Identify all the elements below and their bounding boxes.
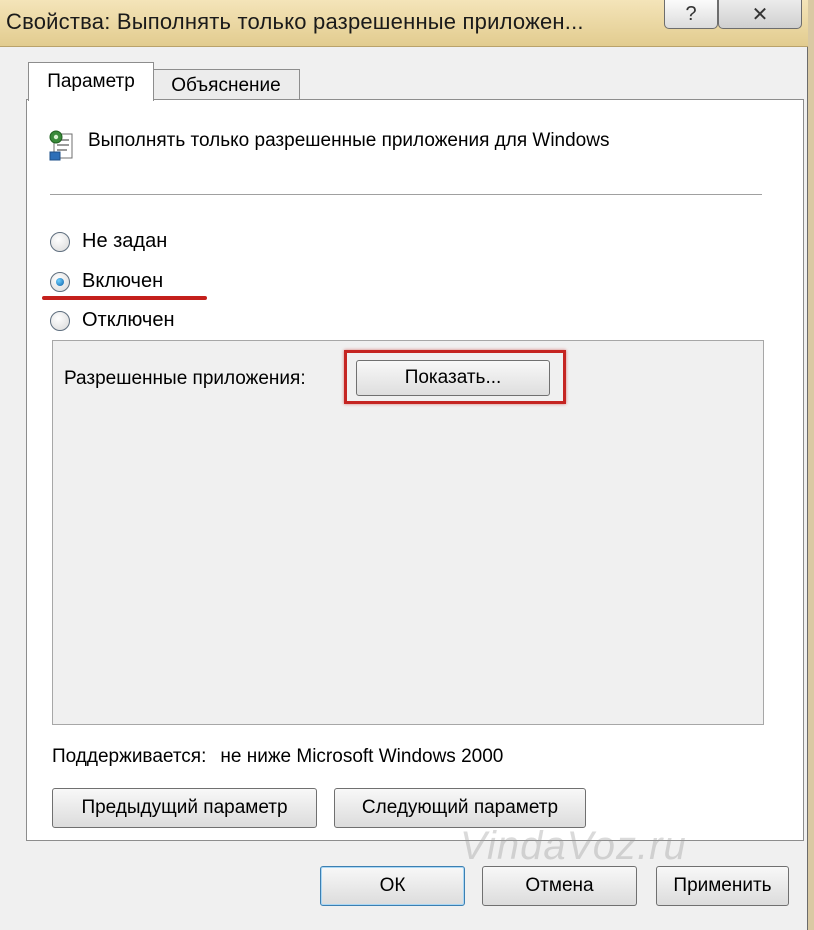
radio-label: Отключен bbox=[82, 309, 175, 331]
supported-label: Поддерживается: bbox=[52, 746, 207, 767]
radio-button[interactable] bbox=[50, 271, 70, 292]
ok-button[interactable]: ОК bbox=[320, 866, 465, 906]
button-label: Следующий параметр bbox=[361, 797, 559, 818]
cancel-button[interactable]: Отмена bbox=[482, 866, 637, 906]
help-button[interactable]: ? bbox=[664, 0, 718, 29]
title-bar[interactable]: Свойства: Выполнять только разрешенные п… bbox=[0, 0, 808, 47]
tab-label: Параметр bbox=[47, 71, 135, 92]
radio-button[interactable] bbox=[50, 310, 70, 331]
watermark: VindaVoz.ru bbox=[460, 824, 687, 868]
properties-dialog: Свойства: Выполнять только разрешенные п… bbox=[0, 0, 808, 930]
window-title: Свойства: Выполнять только разрешенные п… bbox=[6, 9, 584, 34]
previous-setting-button[interactable]: Предыдущий параметр bbox=[52, 788, 317, 828]
allowed-apps-label: Разрешенные приложения: bbox=[64, 368, 306, 389]
supported-value: не ниже Microsoft Windows 2000 bbox=[220, 746, 504, 767]
close-icon: ✕ bbox=[751, 3, 769, 26]
button-label: Отмена bbox=[525, 875, 594, 896]
radio-button[interactable] bbox=[50, 231, 70, 252]
highlight-underline bbox=[42, 296, 207, 300]
apply-button[interactable]: Применить bbox=[656, 866, 789, 906]
button-label: ОК bbox=[379, 875, 406, 896]
policy-settings-icon bbox=[49, 130, 73, 161]
tab-label: Объяснение bbox=[171, 74, 281, 96]
question-icon: ? bbox=[685, 2, 697, 25]
close-button[interactable]: ✕ bbox=[718, 0, 802, 29]
radio-label: Не задан bbox=[82, 230, 168, 252]
supported-info: Поддерживается: не ниже Microsoft Windows… bbox=[52, 746, 503, 768]
button-label: Применить bbox=[673, 875, 772, 896]
radio-disabled[interactable]: Отключен bbox=[50, 309, 175, 332]
highlight-box bbox=[344, 350, 566, 404]
tab-parameter[interactable]: Параметр bbox=[28, 62, 154, 101]
radio-label: Включен bbox=[82, 270, 164, 292]
policy-title: Выполнять только разрешенные приложения … bbox=[88, 130, 610, 151]
radio-not-configured[interactable]: Не задан bbox=[50, 230, 167, 253]
radio-enabled[interactable]: Включен bbox=[50, 270, 163, 293]
button-label: Предыдущий параметр bbox=[81, 797, 288, 818]
divider bbox=[50, 194, 762, 195]
next-setting-button[interactable]: Следующий параметр bbox=[334, 788, 586, 828]
tab-explanation[interactable]: Объяснение bbox=[152, 69, 300, 101]
